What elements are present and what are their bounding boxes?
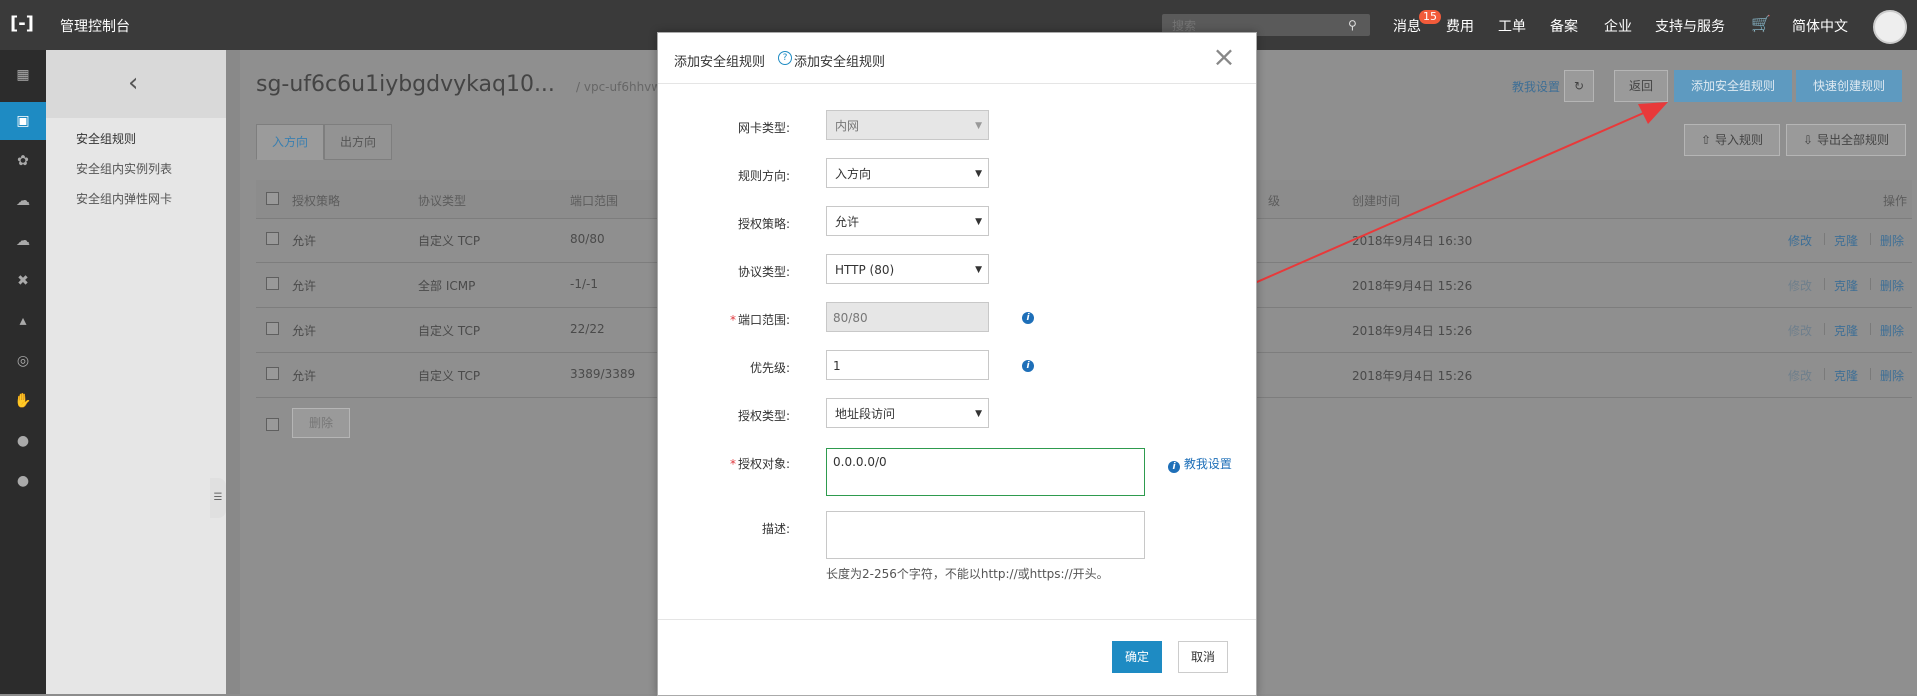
protocol-label: 协议类型: <box>737 265 790 279</box>
chevron-down-icon: ▼ <box>975 409 982 419</box>
policy-value: 允许 <box>835 215 860 229</box>
auth-type-value: 地址段访问 <box>835 407 896 421</box>
cancel-button[interactable]: 取消 <box>1178 641 1229 673</box>
priority-info-icon[interactable]: i <box>1022 360 1034 372</box>
required-mark: * <box>729 313 736 327</box>
port-label: * 端口范围: <box>660 311 790 328</box>
priority-label: 优先级: <box>749 361 790 375</box>
policy-select[interactable]: 允许 ▼ <box>826 206 989 236</box>
chevron-down-icon: ▼ <box>975 169 982 179</box>
desc-label: 描述: <box>761 522 790 536</box>
auth-object-label-text: 授权对象: <box>737 457 790 471</box>
desc-hint: 长度为2-256个字符，不能以http://或https://开头。 <box>826 567 1109 581</box>
auth-type-select[interactable]: 地址段访问 ▼ <box>826 398 989 428</box>
confirm-button[interactable]: 确定 <box>1112 641 1163 673</box>
desc-textarea[interactable] <box>826 511 1145 559</box>
chevron-down-icon: ▼ <box>975 217 982 227</box>
arrow-head <box>1638 102 1668 124</box>
nic-type-value: 内网 <box>835 119 860 133</box>
direction-label: 规则方向: <box>737 169 790 183</box>
port-info-icon[interactable]: i <box>1022 312 1034 324</box>
port-label-text: 端口范围: <box>737 313 790 327</box>
auth-object-textarea[interactable]: 0.0.0.0/0 <box>826 448 1145 496</box>
protocol-select[interactable]: HTTP (80) ▼ <box>826 254 989 284</box>
help-question-icon[interactable]: ? <box>778 51 792 65</box>
dialog-help-link[interactable]: 添加安全组规则 <box>794 51 885 70</box>
nic-type-select: 内网 ▼ <box>826 110 989 140</box>
info-icon: i <box>1168 461 1180 473</box>
add-rule-dialog: 添加安全组规则 ? 添加安全组规则 × 网卡类型: 内网 ▼ 规则方向: 入方向… <box>657 32 1257 696</box>
auth-object-label: * 授权对象: <box>660 455 790 472</box>
dialog-title: 添加安全组规则 <box>674 55 766 70</box>
direction-value: 入方向 <box>835 167 872 181</box>
auth-type-label: 授权类型: <box>737 409 790 423</box>
policy-label: 授权策略: <box>737 217 790 231</box>
dialog-header: 添加安全组规则 ? 添加安全组规则 × <box>658 33 1256 84</box>
auth-help-text: 教我设置 <box>1183 457 1232 471</box>
protocol-value: HTTP (80) <box>835 263 895 277</box>
priority-input[interactable]: 1 <box>826 350 989 380</box>
chevron-down-icon: ▼ <box>975 265 982 275</box>
auth-help-link[interactable]: i 教我设置 <box>1168 455 1232 473</box>
chevron-down-icon: ▼ <box>975 121 982 131</box>
required-mark: * <box>729 457 736 471</box>
close-icon[interactable]: × <box>1210 43 1238 71</box>
direction-select[interactable]: 入方向 ▼ <box>826 158 989 188</box>
nic-type-label: 网卡类型: <box>737 121 790 135</box>
dialog-footer-divider <box>658 619 1256 620</box>
port-input: 80/80 <box>826 302 989 332</box>
